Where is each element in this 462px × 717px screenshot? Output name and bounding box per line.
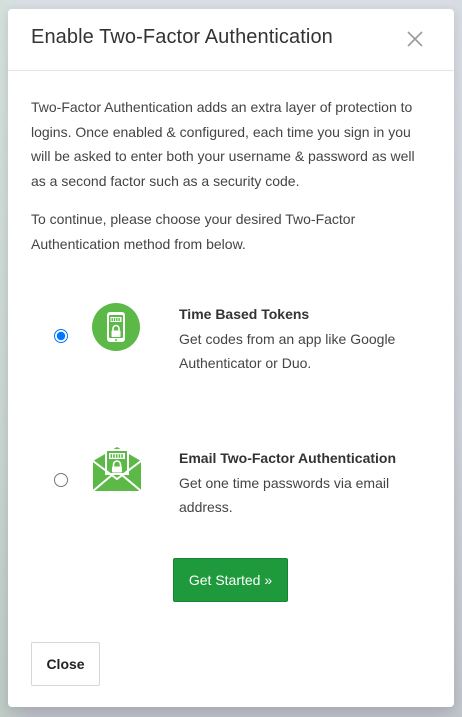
two-factor-dialog: Enable Two-Factor Authentication Two-Fac… xyxy=(8,9,454,707)
method-description: Get one time passwords via email address… xyxy=(179,475,390,515)
intro-paragraph: Two-Factor Authentication adds an extra … xyxy=(31,99,415,189)
dialog-header: Enable Two-Factor Authentication xyxy=(8,9,454,71)
get-started-button[interactable]: Get Started » xyxy=(173,558,288,602)
method-option-email[interactable]: Email Two-Factor Authentication Get one … xyxy=(8,439,454,539)
close-icon[interactable] xyxy=(404,28,426,50)
envelope-lock-icon xyxy=(92,447,142,492)
dialog-intro: Two-Factor Authentication adds an extra … xyxy=(31,95,431,256)
method-title: Email Two-Factor Authentication xyxy=(179,450,397,466)
phone-lock-icon xyxy=(92,303,140,351)
method-title: Time Based Tokens xyxy=(179,306,310,322)
email-two-factor-radio[interactable] xyxy=(54,473,68,487)
dialog-title: Enable Two-Factor Authentication xyxy=(31,26,333,48)
intro-instruction: To continue, please choose your desired … xyxy=(31,211,356,252)
method-description: Get codes from an app like Google Authen… xyxy=(179,331,396,371)
method-option-time-based-tokens[interactable]: Time Based Tokens Get codes from an app … xyxy=(8,295,454,405)
time-based-tokens-radio[interactable] xyxy=(54,329,68,343)
close-button[interactable]: Close xyxy=(31,642,100,686)
